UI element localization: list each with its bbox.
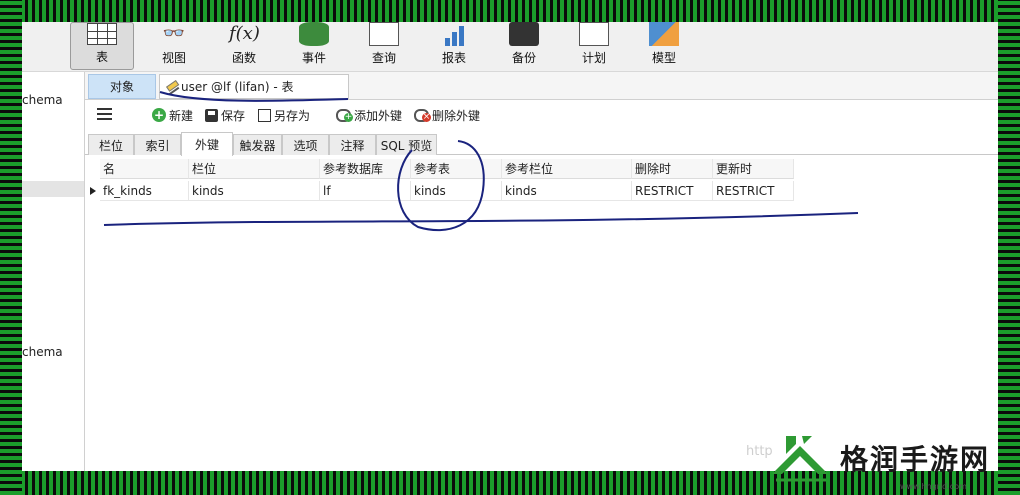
navicat-window: 表 👓 视图 f(x) 函数 事件 查询 报表 备份 计划 模型 chema c… — [22, 22, 998, 471]
design-subtabs: 栏位 索引 外键 触发器 选项 注释 SQL 预览 — [85, 132, 998, 156]
tab-objects[interactable]: 对象 — [88, 74, 156, 99]
column-header[interactable]: 名 — [100, 159, 189, 179]
column-header[interactable]: 删除时 — [632, 159, 713, 179]
ribbon-label: 备份 — [511, 51, 536, 65]
document-tab-bar: 对象 user @lf (lifan) - 表 — [85, 72, 998, 100]
function-icon: f(x) — [229, 23, 260, 44]
watermark-faint-text: http — [746, 444, 773, 459]
tab-indexes[interactable]: 索引 — [134, 134, 181, 155]
column-header[interactable]: 参考数据库 — [320, 159, 411, 179]
pencil-icon — [162, 78, 180, 95]
new-button-label: 新建 — [169, 108, 194, 123]
tab-label: 索引 — [145, 138, 170, 153]
report-icon — [439, 22, 469, 46]
cell-on-update[interactable]: RESTRICT — [713, 181, 794, 201]
table-icon — [87, 23, 117, 45]
event-icon — [299, 22, 329, 46]
decorative-stripe-right — [998, 0, 1020, 495]
delete-foreign-key-button[interactable]: 删除外键 — [414, 106, 480, 124]
tree-selection-highlight[interactable] — [22, 181, 84, 197]
ribbon-button-function[interactable]: f(x) 函数 — [212, 22, 276, 70]
tab-triggers[interactable]: 触发器 — [233, 134, 282, 155]
add-link-icon — [336, 108, 353, 122]
new-icon: + — [152, 108, 166, 122]
tree-item-schema[interactable]: chema — [22, 345, 63, 359]
ribbon-button-report[interactable]: 报表 — [422, 22, 486, 70]
tab-label: 选项 — [293, 138, 318, 153]
backup-icon — [509, 22, 539, 46]
save-button-label: 保存 — [221, 108, 246, 123]
delete-link-icon — [414, 108, 431, 122]
row-pointer-icon — [90, 187, 96, 195]
ribbon-label: 查询 — [371, 51, 396, 65]
ribbon-label: 视图 — [161, 51, 186, 65]
ribbon-button-model[interactable]: 模型 — [632, 22, 696, 70]
foreign-keys-grid: 名 栏位 参考数据库 参考表 参考栏位 删除时 更新时 fk_kinds kin… — [85, 156, 998, 471]
ribbon-button-table[interactable]: 表 — [70, 22, 134, 70]
ribbon-label: 模型 — [651, 51, 676, 65]
column-header[interactable]: 更新时 — [713, 159, 794, 179]
save-as-button[interactable]: 另存为 — [258, 106, 310, 124]
ribbon-button-query[interactable]: 查询 — [352, 22, 416, 70]
tab-table-design[interactable]: user @lf (lifan) - 表 — [159, 74, 349, 99]
ribbon-label: 函数 — [231, 51, 256, 65]
save-as-icon — [258, 108, 271, 122]
ribbon-button-schedule[interactable]: 计划 — [562, 22, 626, 70]
save-icon — [205, 108, 218, 122]
save-button[interactable]: 保存 — [205, 106, 245, 124]
designer-toolbar: + 新建 保存 另存为 添加外键 删除外键 — [85, 100, 998, 130]
view-icon: 👓 — [162, 23, 186, 44]
connection-tree: chema chema — [22, 72, 85, 471]
save-as-button-label: 另存为 — [274, 108, 311, 123]
tab-table-design-label: user @lf (lifan) - 表 — [181, 80, 294, 94]
tab-sql-preview[interactable]: SQL 预览 — [376, 134, 437, 155]
decorative-stripe-top — [0, 0, 1020, 22]
watermark-url: www.hngrjd.com — [900, 482, 967, 491]
column-header[interactable]: 参考栏位 — [502, 159, 632, 179]
tree-item-schema[interactable]: chema — [22, 93, 63, 107]
query-icon — [369, 22, 399, 46]
main-ribbon: 表 👓 视图 f(x) 函数 事件 查询 报表 备份 计划 模型 — [22, 22, 998, 72]
column-header[interactable]: 栏位 — [189, 159, 320, 179]
new-button[interactable]: + 新建 — [152, 106, 193, 124]
delete-foreign-key-label: 删除外键 — [432, 108, 481, 123]
ribbon-label: 事件 — [301, 51, 326, 65]
tab-label: 触发器 — [239, 138, 276, 153]
decorative-stripe-left — [0, 0, 22, 495]
cell-on-delete[interactable]: RESTRICT — [632, 181, 713, 201]
ribbon-button-event[interactable]: 事件 — [282, 22, 346, 70]
add-foreign-key-button[interactable]: 添加外键 — [336, 106, 402, 124]
tab-label: 注释 — [340, 138, 365, 153]
ribbon-label: 计划 — [581, 51, 606, 65]
site-watermark: http 格润手游网 www.hngrjd.com — [746, 430, 998, 491]
ribbon-button-view[interactable]: 👓 视图 — [142, 22, 206, 70]
cell-ref-table[interactable]: kinds — [411, 181, 502, 201]
column-header[interactable]: 参考表 — [411, 159, 502, 179]
menu-icon[interactable] — [97, 108, 112, 120]
tab-label: 栏位 — [98, 138, 123, 153]
add-foreign-key-label: 添加外键 — [354, 108, 403, 123]
watermark-text: 格润手游网 — [840, 443, 991, 476]
tab-label: 外键 — [194, 138, 219, 152]
cell-name[interactable]: fk_kinds — [100, 181, 189, 201]
tab-label: SQL 预览 — [380, 138, 433, 153]
tab-fields[interactable]: 栏位 — [88, 134, 134, 155]
cell-ref-database[interactable]: lf — [320, 181, 411, 201]
ribbon-label: 报表 — [441, 51, 466, 65]
ribbon-label: 表 — [95, 50, 108, 64]
ribbon-button-backup[interactable]: 备份 — [492, 22, 556, 70]
cell-field[interactable]: kinds — [189, 181, 320, 201]
model-icon — [649, 22, 679, 46]
tab-comment[interactable]: 注释 — [329, 134, 376, 155]
schedule-icon — [579, 22, 609, 46]
cell-ref-field[interactable]: kinds — [502, 181, 632, 201]
tab-foreign-keys[interactable]: 外键 — [181, 132, 233, 156]
tab-options[interactable]: 选项 — [282, 134, 329, 155]
tab-objects-label: 对象 — [109, 80, 134, 94]
leaf-logo-icon — [772, 436, 828, 482]
